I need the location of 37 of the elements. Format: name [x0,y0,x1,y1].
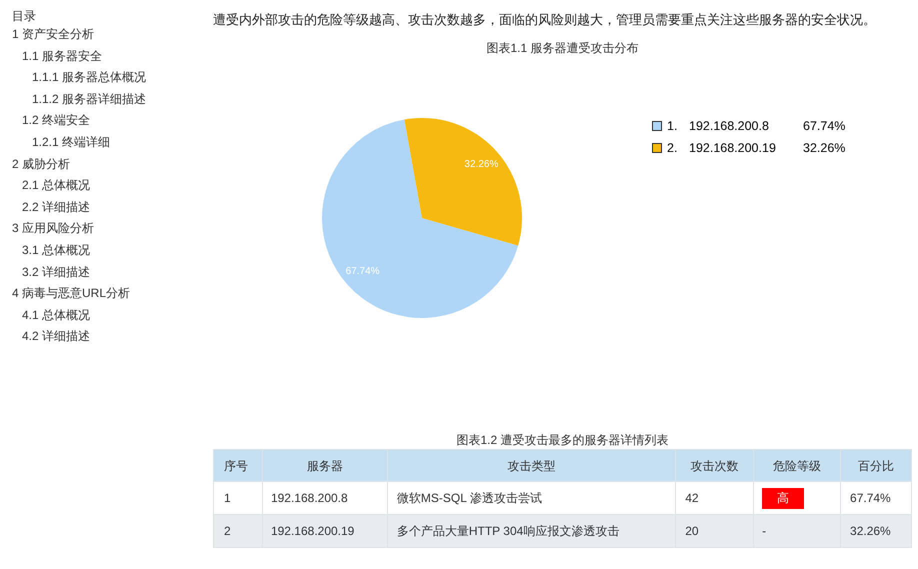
toc-link[interactable]: 4.1 总体概况 [12,304,90,326]
legend-value: 67.74% [803,118,846,135]
toc-link[interactable]: 3 应用风险分析 [12,218,94,240]
legend-index: 1. [667,118,678,135]
risk-level: - [762,524,766,538]
slice-label: 32.26% [464,159,498,170]
table-title: 图表1.2 遭受攻击最多的服务器详情列表 [456,432,668,449]
chart-title: 图表1.1 服务器遭受攻击分布 [486,40,638,57]
legend-label: 192.168.200.19 [689,140,777,157]
intro-paragraph: 遭受内外部攻击的危险等级越高、攻击次数越多，面临的风险则越大，管理员需要重点关注这些服务器的安全状况。 [213,11,877,29]
risk-badge: 高 [762,488,804,508]
slice-label: 67.74% [346,266,380,278]
toc-link[interactable]: 2.2 详细描述 [12,196,90,218]
toc-link[interactable]: 1.1.1 服务器总体概况 [12,67,146,89]
toc-link[interactable]: 4 病毒与恶意URL分析 [12,283,130,305]
toc-link[interactable]: 1.1.2 服务器详细描述 [12,88,146,110]
column-header: 序号 [214,450,262,482]
toc-link[interactable]: 4.2 详细描述 [12,326,90,348]
table-cell: 2 [214,514,262,548]
legend-label: 192.168.200.8 [689,118,770,135]
column-header: 攻击类型 [387,450,676,482]
legend-index: 2. [667,140,678,157]
legend-value: 32.26% [803,140,846,157]
toc-link[interactable]: 2 威胁分析 [12,154,70,176]
toc-link[interactable]: 1.1 服务器安全 [12,46,102,68]
table-cell: 32.26% [840,514,912,548]
toc-link[interactable]: 3.2 详细描述 [12,262,90,284]
table-cell: 多个产品大量HTTP 304响应报文渗透攻击 [387,514,676,548]
toc-link[interactable]: 1.2 终端安全 [12,110,90,132]
toc-link[interactable]: 1.2.1 终端详细 [12,132,110,154]
toc-link[interactable]: 1 资产安全分析 [12,24,94,46]
toc-link[interactable]: 2.1 总体概况 [12,175,90,197]
table-cell: 192.168.200.19 [262,514,388,548]
toc-title: 目录 [12,8,36,24]
column-header: 服务器 [262,450,388,482]
toc-link[interactable]: 3.1 总体概况 [12,240,90,262]
table-cell: 20 [676,514,754,548]
